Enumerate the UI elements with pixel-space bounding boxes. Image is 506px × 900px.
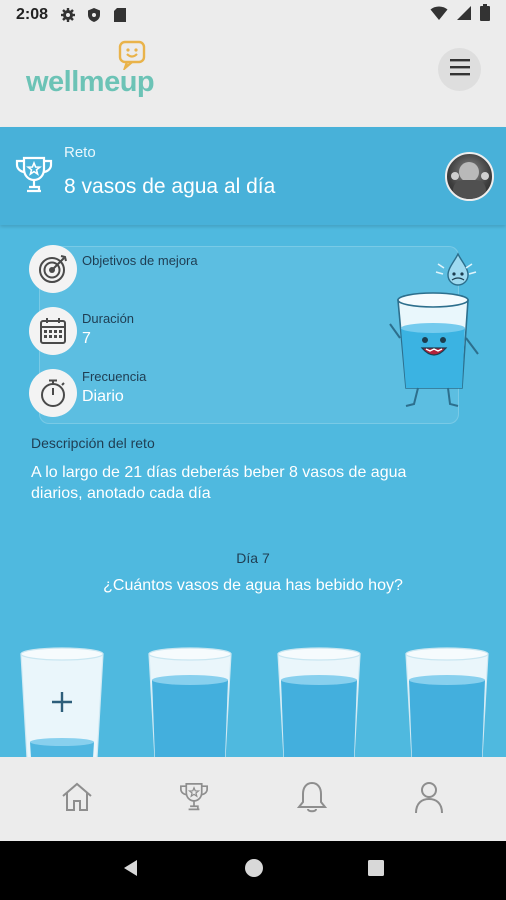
nav-home[interactable] [47, 769, 107, 829]
description-text: A lo largo de 21 días deberás beber 8 va… [31, 464, 407, 502]
trophy-icon [12, 153, 56, 202]
signal-icon [456, 5, 472, 26]
user-icon [414, 780, 444, 819]
nav-profile[interactable] [399, 769, 459, 829]
app-header: wellmeup [0, 30, 506, 127]
recents-icon[interactable] [367, 859, 385, 882]
glass-full[interactable] [147, 646, 233, 763]
status-right-icons [430, 4, 490, 26]
challenge-label: Reto [64, 144, 96, 161]
shield-icon [86, 7, 102, 23]
status-bar: 2:08 [0, 0, 506, 30]
frecuencia-label: Frecuencia [82, 369, 147, 384]
wifi-icon [430, 5, 448, 26]
nav-challenges[interactable] [164, 769, 224, 829]
glass-full[interactable] [276, 646, 362, 763]
glass-empty-add[interactable] [19, 646, 105, 763]
stopwatch-icon [29, 369, 77, 417]
android-nav-bar [0, 841, 506, 900]
hamburger-icon [449, 57, 471, 82]
water-glass-mascot-icon [388, 248, 480, 415]
app-logo: wellmeup [26, 66, 155, 98]
menu-button[interactable] [438, 48, 481, 91]
home-circle-icon[interactable] [244, 858, 264, 883]
settings-icon [60, 7, 76, 23]
duracion-label: Duración [82, 311, 135, 326]
bottom-nav [0, 757, 506, 841]
home-icon [60, 781, 94, 818]
glass-full[interactable] [404, 646, 490, 763]
battery-icon [480, 4, 490, 26]
back-icon[interactable] [121, 858, 141, 883]
nav-notifications[interactable] [282, 769, 342, 829]
frecuencia-value: Diario [82, 388, 124, 405]
sd-card-icon [112, 7, 128, 23]
trophy-icon [177, 780, 211, 819]
description-label: Descripción del reto [31, 435, 155, 451]
day-label: Día 7 [236, 550, 270, 566]
target-icon [29, 245, 77, 293]
objetivos-label: Objetivos de mejora [82, 253, 198, 268]
challenge-header: Reto 8 vasos de agua al día [0, 127, 506, 225]
bell-icon [296, 780, 327, 819]
calendar-icon [29, 307, 77, 355]
challenge-title: 8 vasos de agua al día [64, 175, 276, 198]
avatar[interactable] [445, 152, 494, 201]
status-time: 2:08 [16, 6, 49, 23]
question-text: ¿Cuántos vasos de agua has bebido hoy? [103, 577, 403, 594]
duracion-value: 7 [82, 330, 91, 347]
